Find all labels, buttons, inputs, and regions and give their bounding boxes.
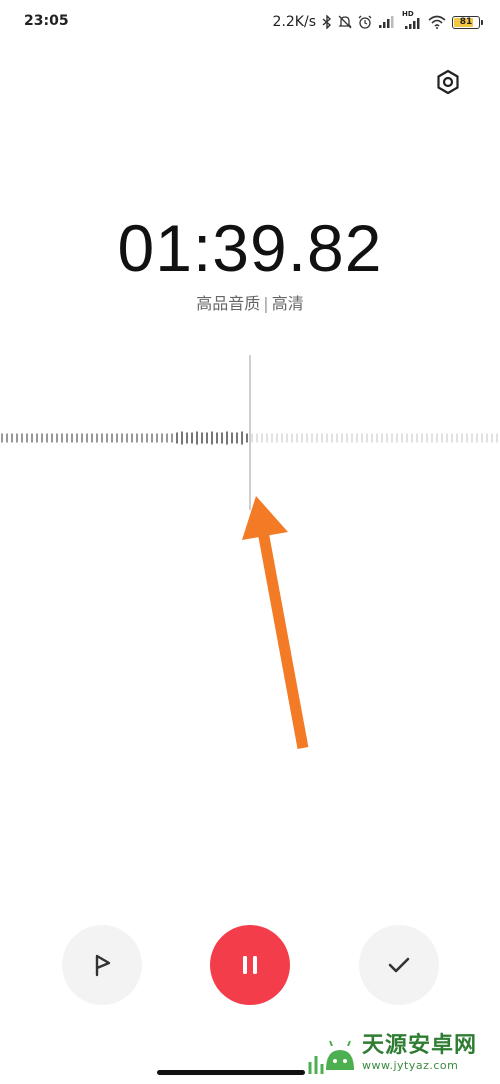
signal-icon-2 xyxy=(405,18,420,29)
status-icons: 2.2K/s HD 81 xyxy=(272,10,483,32)
flag-button[interactable] xyxy=(62,925,142,1005)
settings-button[interactable] xyxy=(432,66,464,98)
alarm-icon xyxy=(358,15,372,29)
watermark-title: 天源安卓网 xyxy=(362,1033,478,1058)
done-button[interactable] xyxy=(359,925,439,1005)
status-time: 23:05 xyxy=(24,13,69,29)
signal-icon xyxy=(379,16,394,28)
gear-icon xyxy=(437,69,459,95)
battery-level: 81 xyxy=(459,16,473,27)
mute-bell-icon xyxy=(338,15,352,29)
flag-icon xyxy=(95,954,111,977)
watermark-url: www.jytyaz.com xyxy=(362,1059,459,1072)
watermark: 天源安卓网 www.jytyaz.com xyxy=(306,1028,477,1078)
annotation-arrow xyxy=(242,496,309,749)
check-icon xyxy=(388,957,410,973)
pause-icon xyxy=(243,956,257,974)
status-bar: 23:05 2.2K/s HD 81 xyxy=(0,0,500,44)
pause-button[interactable] xyxy=(210,925,290,1005)
quality-primary: 高品音质 xyxy=(196,294,261,313)
playhead[interactable] xyxy=(249,355,251,510)
wifi-icon xyxy=(428,15,446,29)
quality-secondary: 高清 xyxy=(271,294,304,313)
quality-label: 高品音质 | 高清 xyxy=(0,290,500,314)
hd-signal: HD xyxy=(402,10,422,30)
quality-separator: | xyxy=(263,294,269,313)
bluetooth-icon xyxy=(322,15,332,29)
home-indicator[interactable] xyxy=(157,1070,305,1075)
recorder-controls xyxy=(0,925,500,1005)
network-speed: 2.2K/s xyxy=(272,14,316,30)
battery-indicator: 81 xyxy=(452,15,483,29)
elapsed-time: 01:39.82 xyxy=(117,211,383,285)
android-logo-icon xyxy=(308,1040,354,1074)
hd-label: HD xyxy=(402,10,414,18)
